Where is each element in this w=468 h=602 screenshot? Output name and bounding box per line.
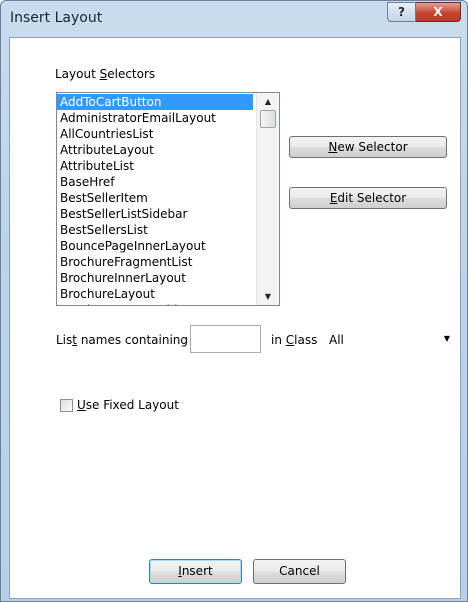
close-button[interactable]: X	[416, 2, 461, 22]
selector-list-item[interactable]: AttributeLayout	[57, 142, 253, 158]
selector-list-item[interactable]: BrochureLayoutWidgets	[57, 302, 253, 305]
cancel-button[interactable]: Cancel	[253, 559, 346, 584]
title-bar: Insert Layout ? X	[1, 1, 467, 37]
selector-list-item[interactable]: BrochureInnerLayout	[57, 270, 253, 286]
selector-list-item[interactable]: AdministratorEmailLayout	[57, 110, 253, 126]
selector-list-item[interactable]: BestSellerListSidebar	[57, 206, 253, 222]
help-button[interactable]: ?	[387, 2, 416, 22]
selector-list-item[interactable]: BrochureLayout	[57, 286, 253, 302]
listbox-scrollbar[interactable]: ▲ ▼	[256, 93, 279, 305]
edit-selector-button[interactable]: Edit Selector	[289, 187, 447, 209]
list-names-label: List names containing	[56, 333, 189, 347]
layout-selectors-listbox[interactable]: AddToCartButton AdministratorEmailLayout A…	[56, 92, 280, 306]
title-bar-buttons: ? X	[387, 2, 461, 22]
names-containing-input[interactable]	[190, 325, 261, 353]
selector-list-item[interactable]: AttributeList	[57, 158, 253, 174]
selector-list-item[interactable]: BrochureFragmentList	[57, 254, 253, 270]
insert-button[interactable]: Insert	[149, 559, 242, 584]
new-selector-button[interactable]: New Selector	[289, 136, 447, 158]
use-fixed-layout-checkbox[interactable]	[60, 399, 73, 412]
listbox-items: AddToCartButton AdministratorEmailLayout A…	[57, 94, 253, 305]
layout-selectors-label: Layout Selectors	[55, 67, 156, 81]
use-fixed-layout-label[interactable]: Use Fixed Layout	[77, 398, 179, 412]
window-title: Insert Layout	[10, 10, 103, 26]
class-dropdown[interactable]: All ▼	[324, 329, 454, 351]
scroll-up-arrow-icon[interactable]: ▲	[257, 93, 279, 110]
selector-list-item[interactable]: AddToCartButton	[57, 94, 253, 110]
dialog-client-area: Layout Selectors AddToCartButton Administ…	[9, 37, 461, 599]
dropdown-arrow-icon: ▼	[443, 334, 450, 343]
selector-list-item[interactable]: BestSellersList	[57, 222, 253, 238]
selector-list-item[interactable]: BestSellerItem	[57, 190, 253, 206]
selector-list-item[interactable]: AllCountriesList	[57, 126, 253, 142]
selector-list-item[interactable]: BouncePageInnerLayout	[57, 238, 253, 254]
insert-layout-dialog: Insert Layout ? X Layout Selectors AddTo…	[0, 0, 468, 602]
scroll-down-arrow-icon[interactable]: ▼	[257, 288, 279, 305]
selector-list-item[interactable]: BaseHref	[57, 174, 253, 190]
class-label: in Class	[271, 333, 318, 347]
class-dropdown-value: All	[329, 333, 344, 347]
close-icon: X	[433, 5, 443, 19]
scrollbar-thumb[interactable]	[260, 110, 276, 128]
help-icon: ?	[398, 5, 405, 19]
